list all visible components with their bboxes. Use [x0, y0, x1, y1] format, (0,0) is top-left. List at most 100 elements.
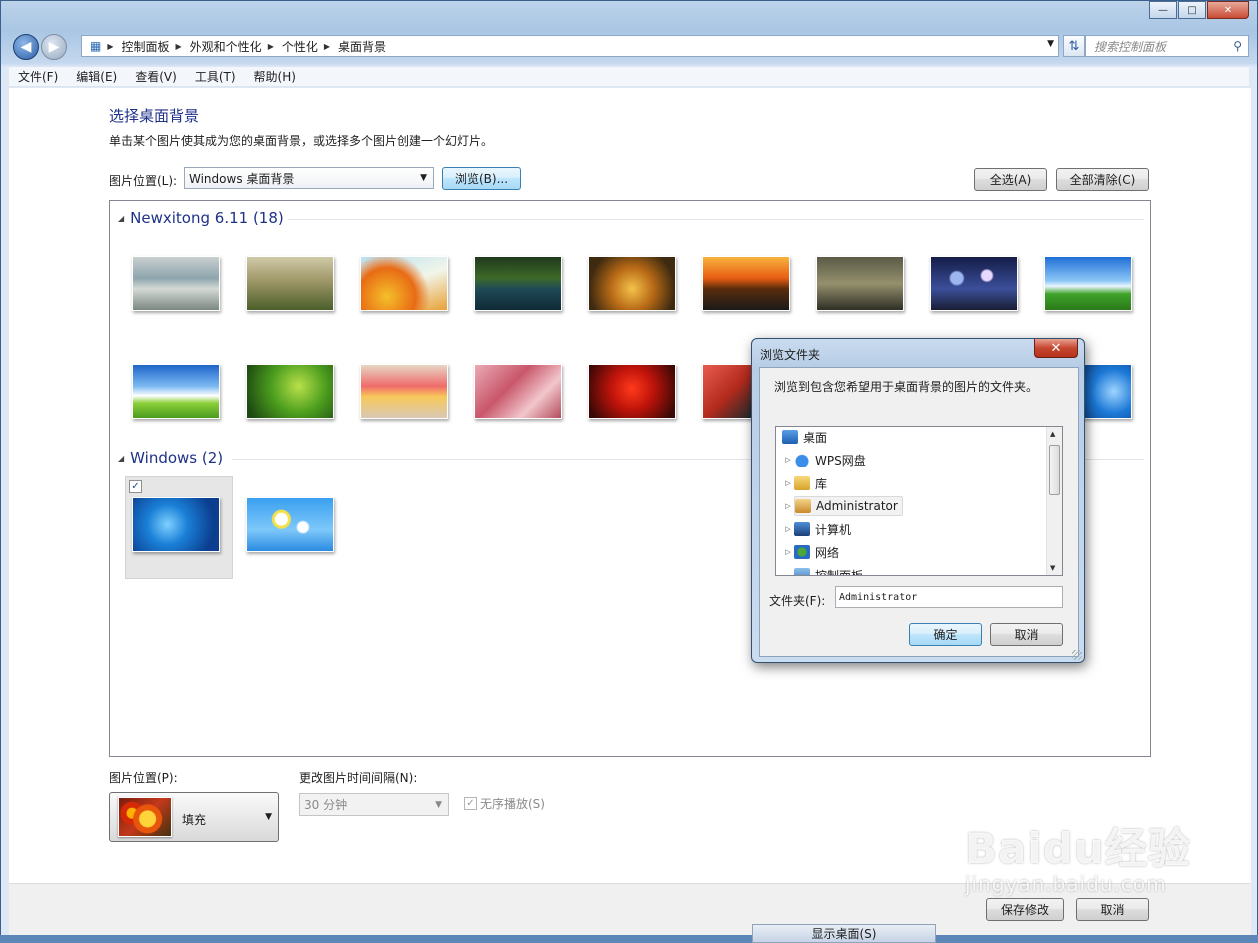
wallpaper-thumbnail[interactable] [132, 364, 220, 419]
dialog-body: 浏览到包含您希望用于桌面背景的图片的文件夹。 桌面 ▷ WPS网盘 ▷ 库 ▷ … [759, 367, 1079, 657]
maximize-button[interactable]: □ [1178, 1, 1206, 19]
dialog-cancel-button[interactable]: 取消 [990, 623, 1063, 646]
baidu-watermark: Baidu经验 jingyan.baidu.com [965, 824, 1191, 896]
tree-scrollbar[interactable]: ▲ ▼ [1046, 427, 1062, 575]
select-all-button[interactable]: 全选(A) [974, 168, 1047, 191]
resize-grip-icon[interactable] [1072, 650, 1082, 660]
window-controls: — □ ✕ [1148, 1, 1249, 19]
taskbar [0, 935, 1258, 943]
library-icon [794, 476, 810, 490]
wallpaper-thumbnail[interactable] [132, 497, 220, 552]
interval-label: 更改图片时间间隔(N): [299, 771, 418, 785]
close-button[interactable]: ✕ [1207, 1, 1249, 19]
wallpaper-thumbnail[interactable] [930, 256, 1018, 311]
page-subtitle: 单击某个图片使其成为您的桌面背景，或选择多个图片创建一个幻灯片。 [109, 134, 494, 148]
tree-item-library[interactable]: ▷ 库 [782, 473, 827, 493]
wallpaper-thumbnail[interactable] [816, 256, 904, 311]
show-desktop-button[interactable]: 显示桌面(S) [752, 924, 936, 943]
ok-button[interactable]: 确定 [909, 623, 982, 646]
tree-item-network[interactable]: ▷ 网络 [782, 542, 839, 562]
tree-item-administrator[interactable]: ▷ Administrator [782, 496, 903, 516]
expand-arrow-icon[interactable]: ▷ [782, 525, 794, 533]
wallpaper-thumbnail[interactable] [360, 364, 448, 419]
collapse-triangle-icon[interactable]: ◢ [118, 454, 124, 463]
location-select[interactable]: Windows 桌面背景 ▼ [184, 167, 434, 189]
address-bar[interactable]: ▦ ▶ 控制面板 ▶ 外观和个性化 ▶ 个性化 ▶ 桌面背景 ▼ [81, 35, 1059, 57]
expand-arrow-icon[interactable]: ▷ [782, 502, 794, 510]
computer-icon [794, 522, 810, 536]
selected-folder[interactable]: Administrator [794, 496, 903, 516]
save-button[interactable]: 保存修改 [986, 898, 1064, 921]
interval-select[interactable]: 30 分钟 ▼ [299, 793, 449, 816]
close-icon[interactable]: ✕ [1034, 339, 1078, 358]
location-label: 图片位置(L): [109, 174, 178, 188]
dialog-title: 浏览文件夹 [760, 348, 821, 362]
refresh-icon[interactable]: ⇅ [1063, 35, 1085, 57]
chevron-down-icon: ▼ [420, 173, 427, 183]
wallpaper-thumbnail[interactable] [588, 256, 676, 311]
tree-item-computer[interactable]: ▷ 计算机 [782, 519, 851, 539]
control-panel-icon [794, 568, 810, 575]
shuffle-option[interactable]: ✓ 无序播放(S) [464, 795, 545, 812]
search-icon[interactable]: ⚲ [1233, 39, 1242, 53]
user-folder-icon [795, 499, 811, 513]
browse-button[interactable]: 浏览(B)... [442, 167, 521, 190]
scrollbar-thumb[interactable] [1049, 445, 1060, 495]
minimize-button[interactable]: — [1149, 1, 1177, 19]
wallpaper-thumbnail[interactable] [246, 364, 334, 419]
wallpaper-thumbnail[interactable] [1044, 256, 1132, 311]
page-title: 选择桌面背景 [109, 107, 200, 125]
breadcrumb-control-panel[interactable]: 控制面板 [122, 38, 170, 55]
collapse-triangle-icon[interactable]: ◢ [118, 214, 124, 223]
dialog-description: 浏览到包含您希望用于桌面背景的图片的文件夹。 [774, 380, 1039, 394]
search-input[interactable]: 搜索控制面板 ⚲ [1085, 35, 1249, 57]
desktop-icon [782, 430, 798, 444]
wallpaper-thumbnail[interactable] [132, 256, 220, 311]
tree-item-desktop[interactable]: 桌面 [782, 427, 827, 447]
wallpaper-thumbnail[interactable] [360, 256, 448, 311]
expand-arrow-icon[interactable]: ▷ [782, 456, 794, 464]
chevron-down-icon: ▼ [435, 800, 442, 810]
breadcrumb-appearance[interactable]: 外观和个性化 [190, 38, 262, 55]
wallpaper-thumbnail[interactable] [474, 364, 562, 419]
address-row: ◀ ▶ ▦ ▶ 控制面板 ▶ 外观和个性化 ▶ 个性化 ▶ 桌面背景 ▼ ⇅ 搜… [9, 33, 1249, 60]
folder-tree[interactable]: 桌面 ▷ WPS网盘 ▷ 库 ▷ Administrator ▷ 计算机 ▷ 网… [775, 426, 1063, 576]
fill-preview-image [118, 797, 172, 837]
scroll-up-icon[interactable]: ▲ [1050, 430, 1055, 438]
menu-tools[interactable]: 工具(T) [186, 68, 245, 85]
menu-edit[interactable]: 编辑(E) [67, 68, 126, 85]
menu-help[interactable]: 帮助(H) [245, 68, 305, 85]
shuffle-checkbox[interactable]: ✓ [464, 797, 477, 810]
breadcrumb-personalization[interactable]: 个性化 [282, 38, 318, 55]
breadcrumb-desktop-background[interactable]: 桌面背景 [338, 38, 386, 55]
cancel-button[interactable]: 取消 [1076, 898, 1149, 921]
control-panel-icon: ▦ [90, 39, 102, 53]
wallpaper-thumbnail[interactable] [702, 256, 790, 311]
forward-arrow-icon[interactable]: ▶ [41, 34, 67, 60]
expand-arrow-icon[interactable]: ▷ [782, 479, 794, 487]
menu-view[interactable]: 查看(V) [126, 68, 186, 85]
wallpaper-thumbnail[interactable] [588, 364, 676, 419]
clear-all-button[interactable]: 全部清除(C) [1056, 168, 1149, 191]
position-label: 图片位置(P): [109, 771, 178, 785]
chevron-down-icon[interactable]: ▼ [1047, 39, 1054, 49]
folder-field[interactable]: Administrator [835, 586, 1063, 608]
group-header-windows[interactable]: ◢ Windows (2) [118, 449, 223, 467]
network-icon [794, 545, 810, 559]
browse-folder-dialog: 浏览文件夹 ✕ 浏览到包含您希望用于桌面背景的图片的文件夹。 桌面 ▷ WPS网… [751, 338, 1085, 663]
wallpaper-thumbnail[interactable] [474, 256, 562, 311]
wallpaper-checkbox[interactable]: ✓ [129, 480, 142, 493]
expand-arrow-icon[interactable]: ▷ [782, 548, 794, 556]
position-select[interactable]: 填充 ▼ [109, 792, 279, 842]
cloud-icon [794, 453, 810, 467]
tree-item-wps-cloud[interactable]: ▷ WPS网盘 [782, 450, 866, 470]
menu-file[interactable]: 文件(F) [9, 68, 67, 85]
tree-item-control-panel[interactable]: 控制面板 [782, 565, 863, 575]
menu-bar: 文件(F) 编辑(E) 查看(V) 工具(T) 帮助(H) [9, 67, 1249, 87]
group-header-newxitong[interactable]: ◢ Newxitong 6.11 (18) [118, 209, 284, 227]
wallpaper-thumbnail[interactable] [246, 497, 334, 552]
folder-label: 文件夹(F): [769, 594, 826, 608]
scroll-down-icon[interactable]: ▼ [1050, 564, 1055, 572]
wallpaper-thumbnail[interactable] [246, 256, 334, 311]
back-arrow-icon[interactable]: ◀ [13, 34, 39, 60]
